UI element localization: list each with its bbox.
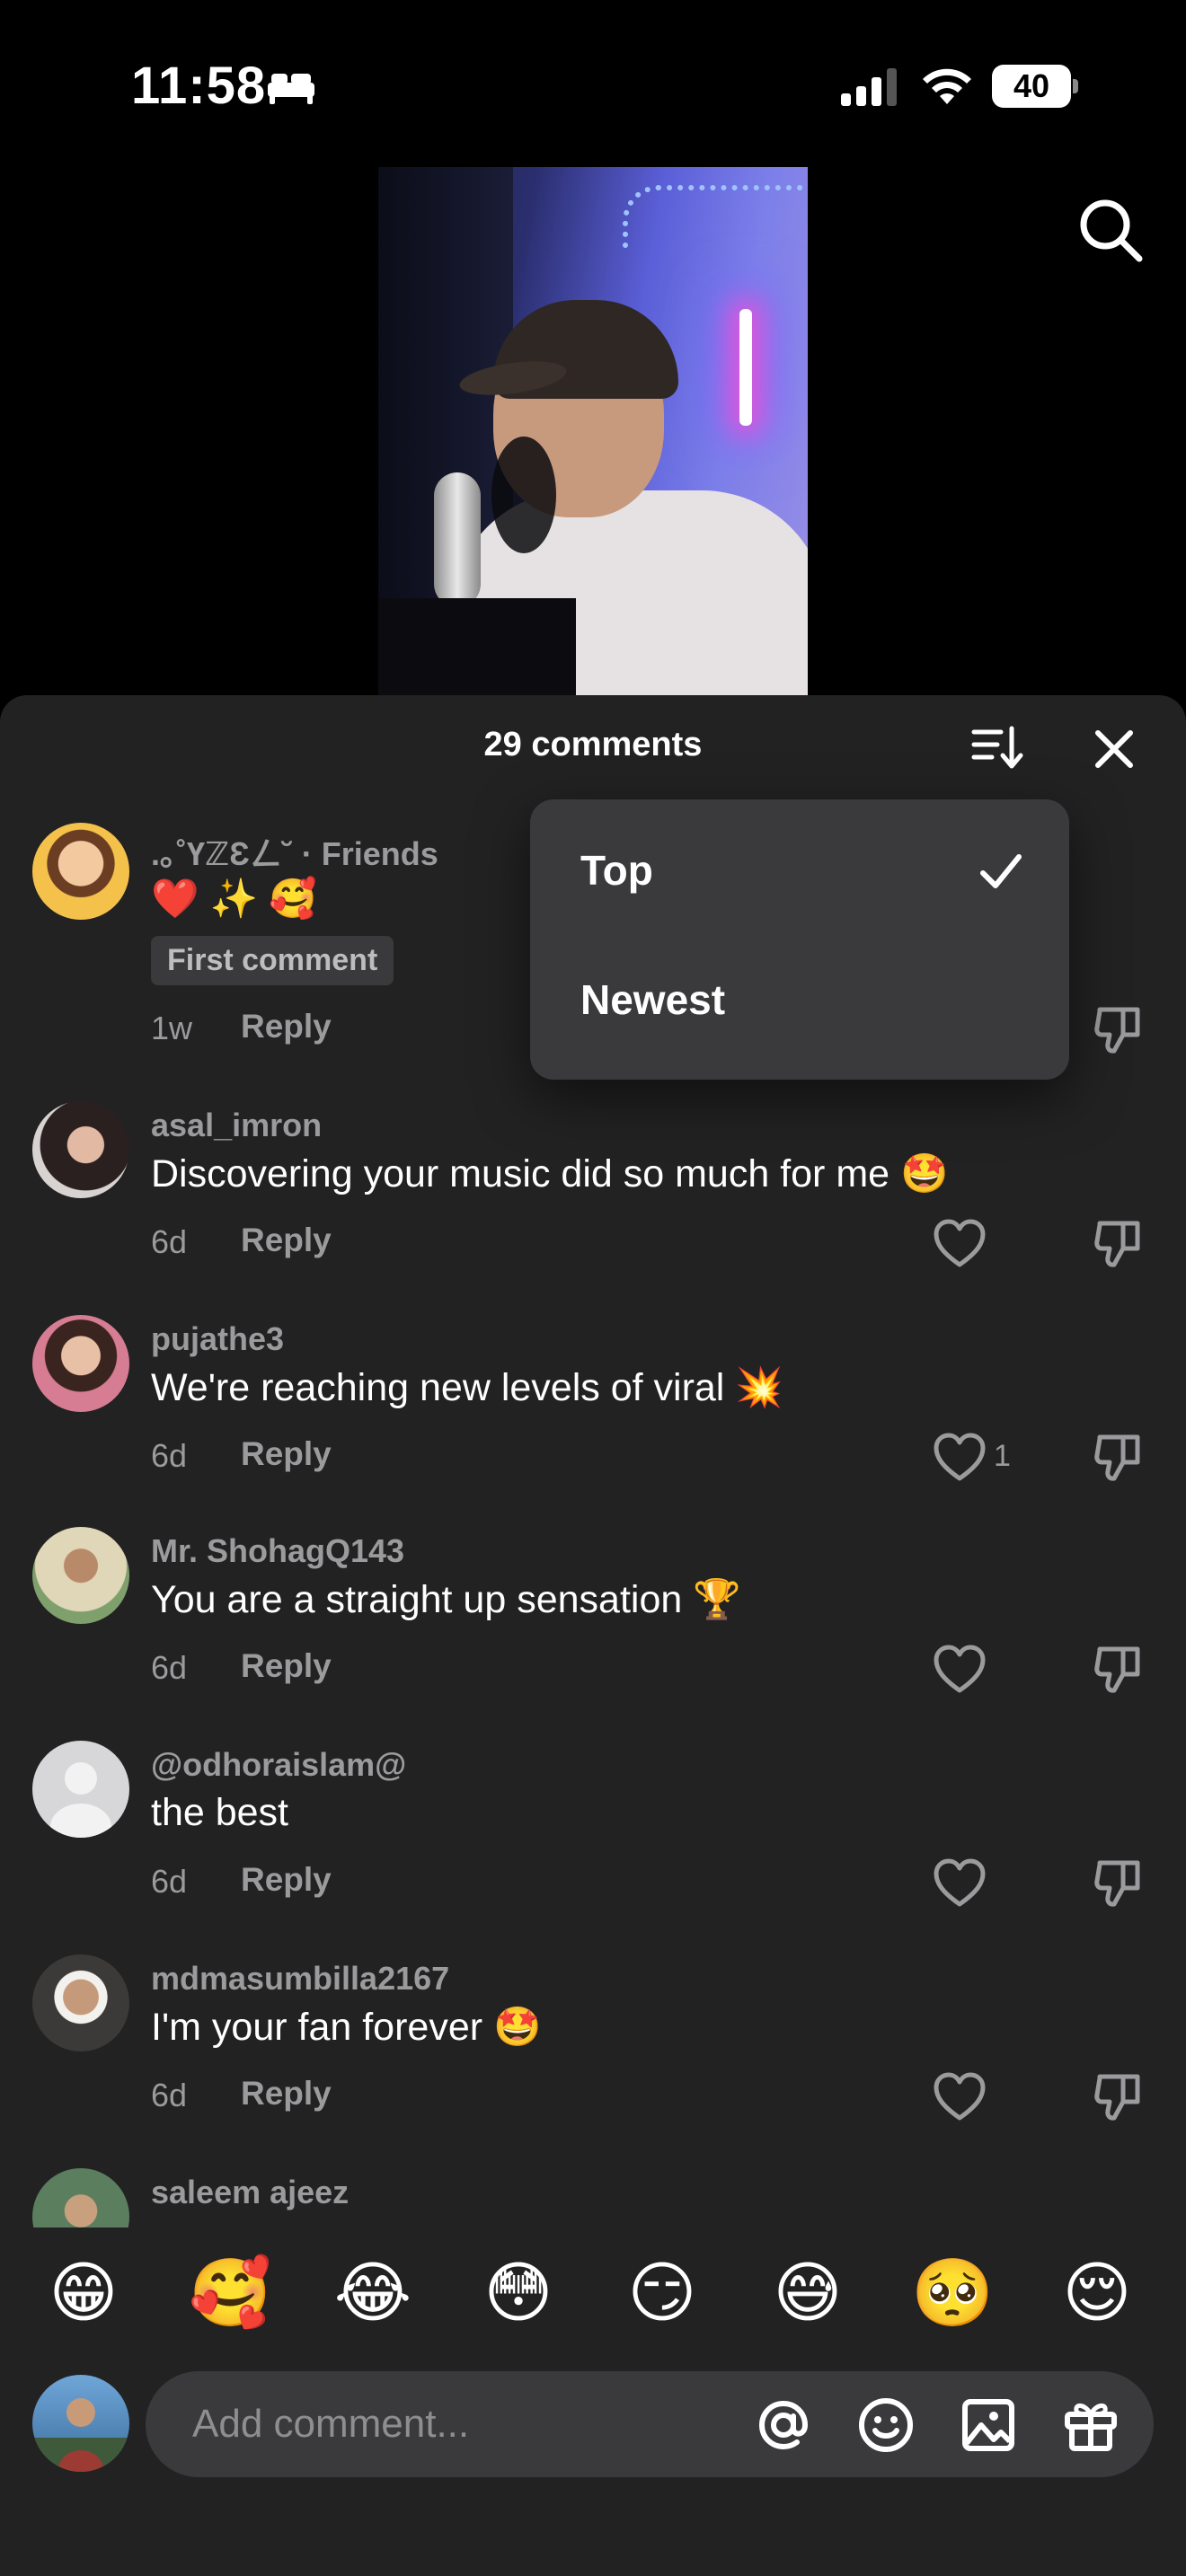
emoji-button[interactable]: 😂 bbox=[332, 2253, 413, 2333]
reply-button[interactable]: Reply bbox=[241, 1008, 332, 1045]
heart-icon[interactable] bbox=[933, 1644, 987, 1694]
comment-time: 6d bbox=[151, 1863, 188, 1900]
comment-item: Mr. ShohagQ143 You are a straight up sen… bbox=[0, 1527, 1186, 1716]
checkmark-icon bbox=[980, 854, 1022, 888]
avatar[interactable] bbox=[32, 1101, 129, 1198]
comment-time: 6d bbox=[151, 1649, 188, 1686]
gift-icon[interactable] bbox=[1060, 2395, 1121, 2456]
comment-text: You are a straight up sensation 🏆 bbox=[151, 1578, 741, 1621]
comment-username[interactable]: .｡˚ҮℤƐㄥ˘ · Friends bbox=[151, 828, 438, 875]
video-preview[interactable] bbox=[378, 167, 808, 706]
heart-icon[interactable] bbox=[933, 1857, 987, 1908]
dislike-icon[interactable] bbox=[1093, 1644, 1146, 1696]
emoji-button[interactable]: 🥺 bbox=[911, 2253, 994, 2333]
sort-menu: Top Newest bbox=[530, 799, 1069, 1080]
comment-input-container bbox=[146, 2371, 1154, 2477]
comment-time: 1w bbox=[151, 1010, 193, 1046]
avatar[interactable] bbox=[32, 1527, 129, 1624]
comment-text: ❤️ ✨ 🥰 bbox=[151, 878, 317, 921]
comment-composer bbox=[0, 2362, 1186, 2576]
avatar[interactable] bbox=[32, 1315, 129, 1412]
comment-item: mdmasumbilla2167 I'm your fan forever 🤩 … bbox=[0, 1954, 1186, 2143]
first-comment-badge: First comment bbox=[151, 936, 394, 985]
avatar[interactable] bbox=[32, 823, 129, 920]
comment-item: asal_imron Discovering your music did so… bbox=[0, 1101, 1186, 1290]
heart-icon[interactable] bbox=[933, 1432, 987, 1482]
image-icon[interactable] bbox=[958, 2395, 1019, 2456]
comment-item: @odhoraislam@ the best 6d Reply bbox=[0, 1741, 1186, 1929]
comment-username[interactable]: @odhoraislam@ bbox=[151, 1746, 406, 1784]
comment-username[interactable]: Mr. ShohagQ143 bbox=[151, 1532, 404, 1570]
my-avatar[interactable] bbox=[32, 2375, 129, 2472]
battery-indicator: 40 bbox=[992, 65, 1078, 108]
reply-button[interactable]: Reply bbox=[241, 2075, 332, 2113]
emoji-button[interactable]: 😅 bbox=[767, 2253, 848, 2333]
emoji-button[interactable]: 🥰 bbox=[189, 2253, 271, 2333]
dislike-icon[interactable] bbox=[1093, 1218, 1146, 1270]
dislike-icon[interactable] bbox=[1093, 1004, 1146, 1056]
emoji-button[interactable]: 😌 bbox=[1057, 2253, 1137, 2333]
comment-item: saleem ajeez bbox=[0, 2168, 1186, 2228]
close-icon[interactable] bbox=[1089, 724, 1139, 774]
sort-option-top[interactable]: Top bbox=[580, 846, 653, 895]
comment-time: 6d bbox=[151, 1437, 188, 1474]
emoji-button[interactable]: 😳 bbox=[478, 2253, 559, 2333]
status-time: 11:58 bbox=[131, 57, 267, 115]
comment-text: We're reaching new levels of viral 💥 bbox=[151, 1366, 783, 1409]
battery-cap bbox=[1073, 79, 1078, 93]
comment-text: Discovering your music did so much for m… bbox=[151, 1152, 949, 1195]
sort-option-newest[interactable]: Newest bbox=[580, 975, 725, 1024]
wifi-icon bbox=[923, 68, 971, 104]
emoji-button[interactable]: 😏 bbox=[622, 2253, 703, 2333]
comment-text: the best bbox=[151, 1791, 288, 1834]
reply-button[interactable]: Reply bbox=[241, 1861, 332, 1899]
avatar[interactable] bbox=[32, 1954, 129, 2051]
dislike-icon[interactable] bbox=[1093, 1432, 1146, 1484]
comment-username[interactable]: pujathe3 bbox=[151, 1320, 284, 1358]
sleep-focus-icon bbox=[268, 74, 314, 104]
default-avatar-icon bbox=[50, 1762, 111, 1838]
dislike-icon[interactable] bbox=[1093, 2071, 1146, 2123]
avatar[interactable] bbox=[32, 1741, 129, 1838]
reply-button[interactable]: Reply bbox=[241, 1435, 332, 1473]
search-icon[interactable] bbox=[1075, 194, 1146, 266]
video-led-strip bbox=[623, 185, 808, 248]
emoji-picker-icon[interactable] bbox=[855, 2395, 916, 2456]
video-mic-stand bbox=[378, 598, 576, 706]
like-count: 1 bbox=[994, 1439, 1011, 1473]
mention-icon[interactable] bbox=[753, 2395, 814, 2456]
comment-input[interactable] bbox=[192, 2396, 821, 2452]
reply-button[interactable]: Reply bbox=[241, 1647, 332, 1685]
cellular-signal-icon bbox=[841, 68, 897, 106]
avatar[interactable] bbox=[32, 2168, 129, 2228]
heart-icon[interactable] bbox=[933, 2071, 987, 2122]
comment-username[interactable]: saleem ajeez bbox=[151, 2174, 349, 2211]
video-light-bar bbox=[739, 309, 752, 426]
dislike-icon[interactable] bbox=[1093, 1857, 1146, 1910]
comment-username[interactable]: mdmasumbilla2167 bbox=[151, 1960, 449, 1998]
my-avatar-figure bbox=[32, 2398, 129, 2472]
video-pop-filter bbox=[491, 437, 556, 553]
status-bar: 11:58 40 bbox=[0, 0, 1186, 171]
sort-icon[interactable] bbox=[970, 721, 1024, 775]
comment-time: 6d bbox=[151, 1223, 188, 1260]
battery-level: 40 bbox=[992, 65, 1071, 108]
comment-username[interactable]: asal_imron bbox=[151, 1107, 322, 1144]
comment-time: 6d bbox=[151, 2077, 188, 2113]
video-microphone bbox=[434, 472, 481, 607]
comment-text: I'm your fan forever 🤩 bbox=[151, 2006, 542, 2049]
comment-item: pujathe3 We're reaching new levels of vi… bbox=[0, 1315, 1186, 1504]
heart-icon[interactable] bbox=[933, 1218, 987, 1268]
emoji-button[interactable]: 😁 bbox=[43, 2253, 124, 2333]
emoji-quick-bar: 😁 🥰 😂 😳 😏 😅 🥺 😌 bbox=[0, 2228, 1186, 2362]
reply-button[interactable]: Reply bbox=[241, 1222, 332, 1259]
